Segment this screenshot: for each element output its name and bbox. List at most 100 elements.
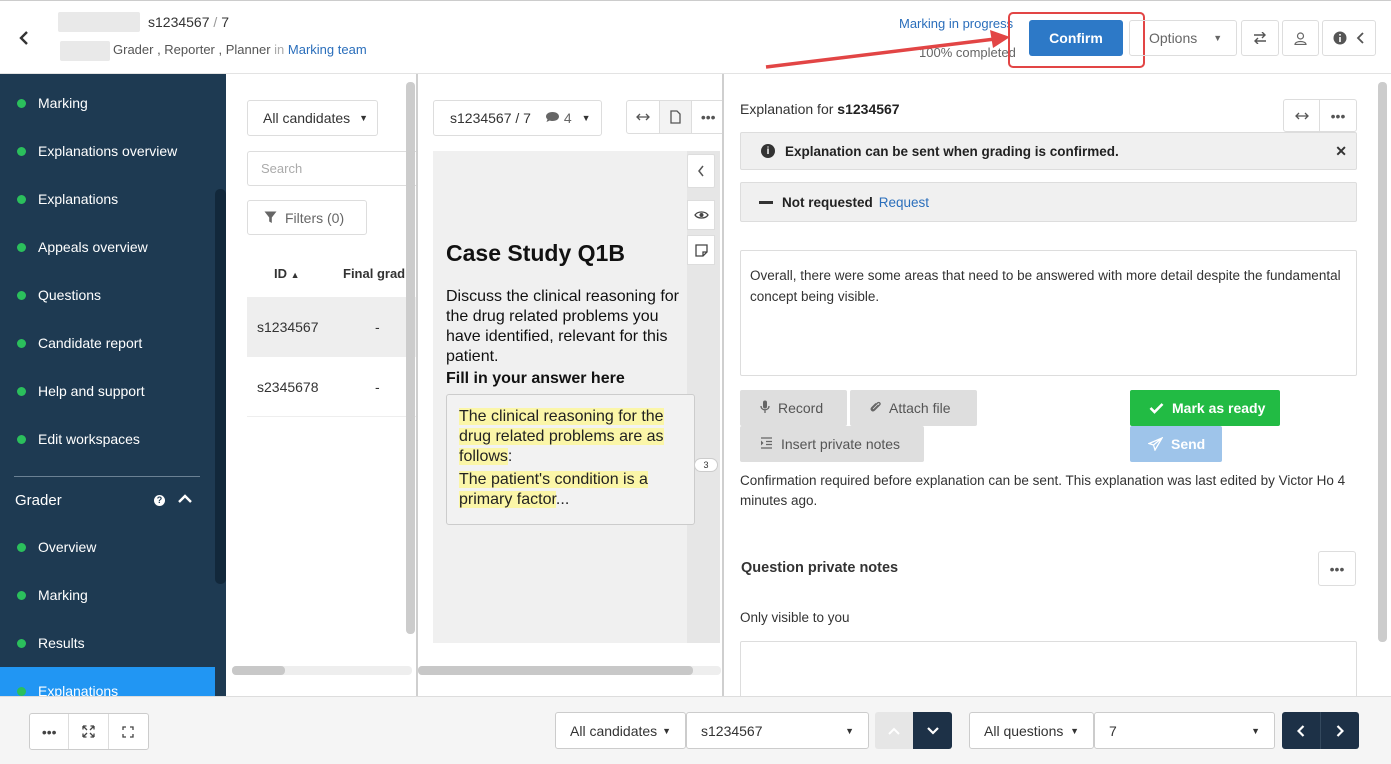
more-options-button[interactable]: •••	[692, 101, 722, 133]
vertical-scrollbar[interactable]	[406, 82, 415, 634]
visibility-button[interactable]	[687, 200, 715, 230]
table-row[interactable]: s1234567 -	[247, 297, 416, 357]
status-dot	[17, 386, 26, 396]
private-notes-subtitle: Only visible to you	[740, 610, 850, 625]
bottom-question-select[interactable]: 7 ▼	[1094, 712, 1275, 749]
sidebar-item-edit-workspaces[interactable]: Edit workspaces	[0, 415, 215, 463]
explanation-toolbar: •••	[1283, 99, 1357, 132]
info-icon: i	[761, 144, 775, 158]
back-button[interactable]	[0, 1, 47, 74]
highlighted-text[interactable]: The clinical reasoning for the drug rela…	[459, 408, 664, 465]
sidebar-scrollbar[interactable]	[215, 189, 226, 584]
close-icon[interactable]: ✕	[1335, 143, 1347, 160]
help-icon[interactable]: ?	[154, 494, 165, 506]
caret-down-icon: ▼	[359, 113, 369, 123]
status-dot	[17, 194, 26, 204]
arrows-horizontal-icon	[1294, 112, 1309, 119]
user-button[interactable]	[1282, 20, 1319, 56]
sidebar-item-grader-marking[interactable]: Marking	[0, 571, 215, 619]
column-header-final-grade[interactable]: Final grad	[343, 266, 405, 281]
annotation-count-badge[interactable]: 3	[694, 458, 718, 472]
sidebar-divider	[14, 476, 200, 477]
candidate-answer[interactable]: The clinical reasoning for the drug rela…	[446, 394, 695, 525]
more-options-button[interactable]: •••	[30, 714, 70, 749]
previous-candidate-button[interactable]	[875, 712, 913, 749]
record-button[interactable]: Record	[740, 390, 847, 426]
filters-button[interactable]: Filters (0)	[247, 200, 367, 235]
status-dot	[17, 242, 26, 252]
answer-select-dropdown[interactable]: s1234567 / 7 4 ▼	[433, 100, 602, 136]
chevron-up-icon[interactable]	[178, 493, 192, 507]
attach-file-button[interactable]: Attach file	[850, 390, 977, 426]
view-controls: •••	[29, 713, 149, 750]
more-options-button[interactable]: •••	[1320, 100, 1356, 131]
answer-panel: s1234567 / 7 4 ▼ ••• Case Study Q1B Disc…	[418, 74, 722, 696]
highlighted-text[interactable]: The patient's condition is a primary fac…	[459, 471, 648, 508]
chevron-left-icon	[1297, 724, 1305, 737]
caret-down-icon: ▼	[581, 113, 591, 123]
chevron-down-icon	[926, 726, 939, 735]
expand-width-button[interactable]	[1284, 100, 1321, 131]
expand-icon[interactable]	[69, 714, 109, 749]
sidebar-item-overview[interactable]: Overview	[0, 523, 215, 571]
chevron-left-icon	[18, 30, 28, 45]
info-panel-button[interactable]	[1322, 20, 1376, 56]
status-dot	[17, 98, 26, 108]
question-prompt: Discuss the clinical reasoning for the d…	[446, 288, 679, 365]
explanation-textarea[interactable]: Overall, there were some areas that need…	[740, 250, 1357, 376]
sidebar-item-results[interactable]: Results	[0, 619, 215, 667]
sidebar-item-appeals-overview[interactable]: Appeals overview	[0, 223, 215, 271]
team-link[interactable]: Marking team	[288, 42, 367, 57]
sticky-note-icon	[694, 243, 708, 257]
status-dot	[17, 146, 26, 156]
bottom-candidates-filter[interactable]: All candidates ▼	[555, 712, 686, 749]
mark-as-ready-button[interactable]: Mark as ready	[1130, 390, 1280, 426]
fullscreen-icon[interactable]	[109, 714, 148, 749]
sidebar-section-grader[interactable]: Grader ?	[15, 488, 200, 512]
insert-private-notes-button[interactable]: Insert private notes	[740, 426, 924, 462]
caret-down-icon: ▼	[662, 725, 671, 736]
search-input[interactable]	[247, 151, 416, 186]
explanation-heading: Explanation for s1234567	[740, 101, 900, 117]
filter-icon	[264, 211, 277, 223]
sidebar-item-questions[interactable]: Questions	[0, 271, 215, 319]
candidates-filter-dropdown[interactable]: All candidates ▼	[247, 100, 378, 136]
previous-question-button[interactable]	[1282, 712, 1321, 749]
sidebar-item-explanations[interactable]: Explanations	[0, 175, 215, 223]
sidebar-item-candidate-report[interactable]: Candidate report	[0, 319, 215, 367]
request-link[interactable]: Request	[879, 195, 929, 210]
private-notes-more-button[interactable]: •••	[1318, 551, 1356, 586]
chevron-up-icon	[888, 727, 900, 735]
next-candidate-button[interactable]	[913, 712, 952, 749]
vertical-scrollbar[interactable]	[1378, 82, 1387, 642]
next-question-button[interactable]	[1321, 712, 1359, 749]
document-view-button[interactable]	[659, 101, 693, 133]
sticky-note-button[interactable]	[687, 235, 715, 265]
swap-button[interactable]	[1241, 20, 1279, 56]
comment-icon	[545, 112, 559, 122]
sidebar-item-grader-explanations[interactable]: Explanations	[0, 667, 215, 696]
status-dot	[17, 590, 26, 600]
microphone-icon	[760, 400, 770, 417]
question-private-notes-title: Question private notes	[741, 560, 899, 576]
expand-width-button[interactable]	[627, 101, 660, 133]
arrows-horizontal-icon	[635, 113, 650, 121]
candidate-question-label: s1234567 / 7	[148, 14, 229, 30]
annotation-arrow	[765, 30, 1010, 69]
chevron-left-icon	[698, 165, 704, 177]
horizontal-scrollbar[interactable]	[418, 666, 693, 675]
bottom-candidate-select[interactable]: s1234567 ▼	[686, 712, 869, 749]
sidebar-item-marking[interactable]: Marking	[0, 79, 215, 127]
column-header-id[interactable]: ID ▲	[274, 266, 300, 281]
horizontal-scrollbar[interactable]	[232, 666, 285, 675]
private-notes-textarea[interactable]	[740, 641, 1357, 696]
options-dropdown[interactable]: Options ▼	[1129, 20, 1237, 56]
sidebar-item-help-support[interactable]: Help and support	[0, 367, 215, 415]
collapse-rail-button[interactable]	[687, 154, 715, 188]
sidebar-item-explanations-overview[interactable]: Explanations overview	[0, 127, 215, 175]
bottom-questions-filter[interactable]: All questions ▼	[969, 712, 1094, 749]
table-row[interactable]: s2345678 -	[247, 357, 416, 417]
chevron-right-icon	[1336, 724, 1344, 737]
send-button[interactable]: Send	[1130, 426, 1222, 462]
status-dot	[17, 338, 26, 348]
